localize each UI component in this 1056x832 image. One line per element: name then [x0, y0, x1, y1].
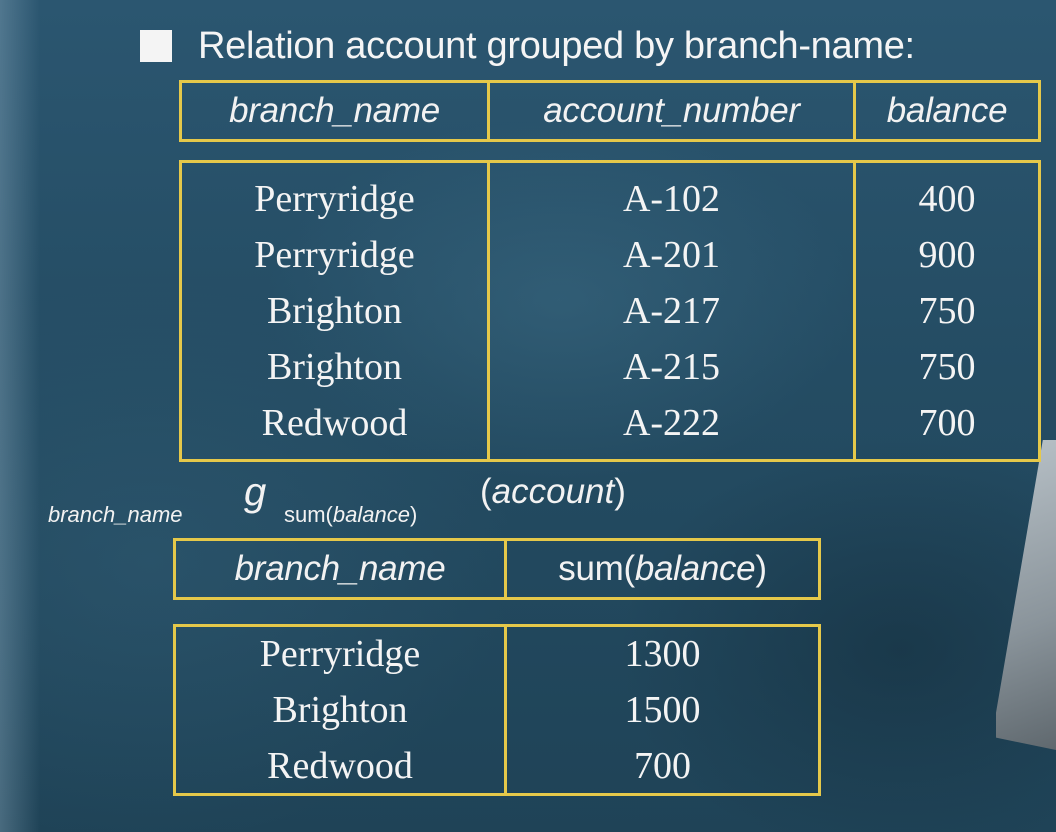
header-branch-name: branch_name — [234, 549, 446, 588]
slide-heading: Relation account grouped by branch-name: — [198, 25, 915, 67]
aggregate-g-symbol: g — [244, 470, 267, 514]
table-cell: Perryridge — [254, 234, 415, 276]
header-sum-balance: sum(balance) — [504, 541, 818, 597]
table-cell: Brighton — [266, 346, 403, 388]
table-cell: Redwood — [267, 745, 413, 787]
table-cell: Brighton — [266, 290, 403, 332]
table-cell: A-102 — [622, 178, 721, 220]
table-cell: 750 — [918, 346, 976, 388]
table-cell: 400 — [918, 178, 976, 220]
account-table-header: branch_name account_number balance — [179, 80, 1041, 142]
result-table-body: Perryridge Brighton Redwood 1300 1500 70… — [173, 624, 821, 796]
header-branch-name: branch_name — [229, 91, 440, 130]
group-attribute-subscript: branch_name — [48, 502, 183, 527]
column-sum-balance: 1300 1500 700 — [504, 627, 818, 793]
header-balance: balance — [853, 83, 1038, 139]
left-edge-glow — [0, 0, 40, 832]
header-account-number: account_number — [487, 83, 853, 139]
table-cell: Perryridge — [259, 633, 421, 675]
table-cell: A-215 — [622, 346, 721, 388]
column-branch-name: Perryridge Brighton Redwood — [176, 627, 504, 793]
table-cell: 700 — [918, 402, 976, 444]
table-cell: 750 — [918, 290, 976, 332]
table-cell: A-217 — [622, 290, 721, 332]
table-cell: A-222 — [622, 402, 721, 444]
relation-argument: (account) — [480, 472, 626, 511]
account-table-body: Perryridge Perryridge Brighton Brighton … — [179, 160, 1041, 462]
table-cell: Redwood — [261, 402, 408, 444]
column-account-number: A-102 A-201 A-217 A-215 A-222 — [487, 163, 853, 459]
table-cell: Perryridge — [254, 178, 415, 220]
table-cell: 700 — [634, 745, 691, 787]
aggregate-function-subscript: sum(balance) — [284, 502, 418, 527]
result-table-header: branch_name sum(balance) — [173, 538, 821, 600]
table-cell: 900 — [918, 234, 976, 276]
table-cell: Brighton — [272, 689, 408, 731]
table-cell: 1300 — [624, 633, 701, 675]
column-branch-name: Perryridge Perryridge Brighton Brighton … — [182, 163, 487, 459]
column-balance: 400 900 750 750 700 — [853, 163, 1038, 459]
table-cell: 1500 — [624, 689, 701, 731]
table-cell: A-201 — [622, 234, 721, 276]
square-bullet-icon — [140, 30, 172, 62]
